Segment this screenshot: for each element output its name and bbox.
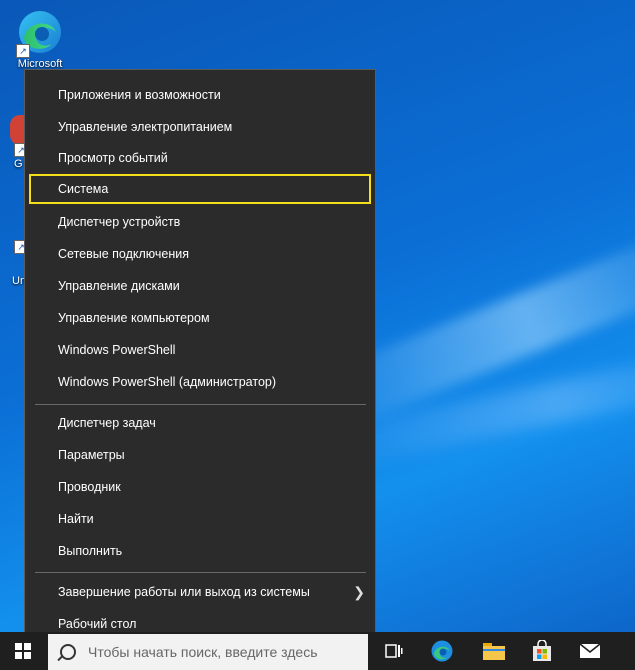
taskbar-file-explorer-button[interactable]	[470, 632, 518, 670]
task-view-button[interactable]	[370, 632, 418, 670]
shortcut-arrow-icon: ↗	[16, 44, 30, 58]
task-view-icon	[385, 644, 403, 658]
menu-item-shutdown-signout[interactable]: Завершение работы или выход из системы ❯	[25, 577, 375, 607]
chevron-right-icon: ❯	[353, 584, 365, 600]
mail-icon	[579, 643, 601, 658]
file-explorer-icon	[483, 643, 505, 660]
taskbar-search-box[interactable]: Чтобы начать поиск, введите здесь	[48, 634, 368, 670]
menu-item-event-viewer[interactable]: Просмотр событий	[25, 143, 375, 173]
menu-item-power-options[interactable]: Управление электропитанием	[25, 112, 375, 142]
search-placeholder: Чтобы начать поиск, введите здесь	[88, 644, 318, 660]
menu-item-system[interactable]: Система	[29, 174, 371, 204]
store-icon	[533, 640, 551, 661]
menu-item-file-explorer[interactable]: Проводник	[25, 472, 375, 502]
menu-item-run[interactable]: Выполнить	[25, 536, 375, 566]
taskbar-mail-button[interactable]	[566, 632, 614, 670]
menu-item-task-manager[interactable]: Диспетчер задач	[25, 408, 375, 438]
search-icon	[60, 644, 76, 660]
taskbar: Чтобы начать поиск, введите здесь	[0, 632, 635, 670]
winx-context-menu: Приложения и возможности Управление элек…	[24, 69, 376, 648]
menu-item-powershell[interactable]: Windows PowerShell	[25, 335, 375, 365]
start-button[interactable]	[0, 632, 46, 670]
taskbar-store-button[interactable]	[518, 632, 566, 670]
menu-item-search[interactable]: Найти	[25, 504, 375, 534]
menu-separator	[35, 572, 366, 573]
menu-item-computer-management[interactable]: Управление компьютером	[25, 303, 375, 333]
desktop-icon-label: G	[14, 158, 23, 170]
menu-item-label: Завершение работы или выход из системы	[58, 585, 310, 599]
menu-item-device-manager[interactable]: Диспетчер устройств	[25, 207, 375, 237]
taskbar-edge-button[interactable]	[418, 632, 466, 670]
menu-item-disk-management[interactable]: Управление дисками	[25, 271, 375, 301]
menu-separator	[35, 404, 366, 405]
edge-icon	[431, 640, 453, 662]
menu-item-settings[interactable]: Параметры	[25, 440, 375, 470]
menu-item-apps-features[interactable]: Приложения и возможности	[25, 80, 375, 110]
windows-logo-icon	[15, 643, 31, 659]
desktop-icon-edge[interactable]: ↗ Microsoft	[8, 8, 72, 70]
menu-item-network-connections[interactable]: Сетевые подключения	[25, 239, 375, 269]
menu-item-powershell-admin[interactable]: Windows PowerShell (администратор)	[25, 367, 375, 397]
